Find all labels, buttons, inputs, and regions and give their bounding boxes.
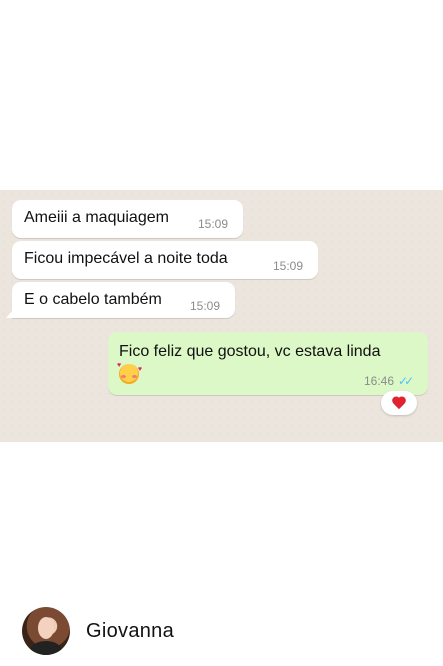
incoming-message[interactable]: Ameiii a maquiagem 15:09 bbox=[12, 200, 243, 238]
reaction-badge[interactable] bbox=[381, 391, 417, 415]
author-name[interactable]: Giovanna bbox=[86, 620, 174, 643]
smiling-face-with-hearts-icon: ♥ ♥ bbox=[117, 362, 142, 384]
incoming-message[interactable]: Ficou impecável a noite toda 15:09 bbox=[12, 241, 318, 279]
message-time: 16:46 ✓✓ bbox=[364, 374, 414, 388]
double-check-icon: ✓✓ bbox=[398, 374, 414, 388]
message-text: Fico feliz que gostou, vc estava linda bbox=[119, 343, 381, 360]
message-text: Ficou impecável a noite toda bbox=[24, 250, 228, 267]
message-time: 15:09 bbox=[190, 299, 221, 313]
avatar[interactable] bbox=[22, 607, 70, 655]
heart-icon bbox=[392, 397, 406, 410]
message-text: E o cabelo também bbox=[24, 291, 162, 308]
post-author[interactable]: Giovanna bbox=[22, 606, 174, 656]
message-time: 15:09 bbox=[198, 217, 229, 231]
outgoing-message[interactable]: Fico feliz que gostou, vc estava linda ♥… bbox=[108, 332, 428, 395]
message-text: Ameiii a maquiagem bbox=[24, 209, 169, 226]
chat-screenshot: Ameiii a maquiagem 15:09 Ficou impecável… bbox=[0, 190, 443, 442]
incoming-message[interactable]: E o cabelo também 15:09 bbox=[6, 282, 235, 318]
message-time: 15:09 bbox=[273, 259, 304, 273]
